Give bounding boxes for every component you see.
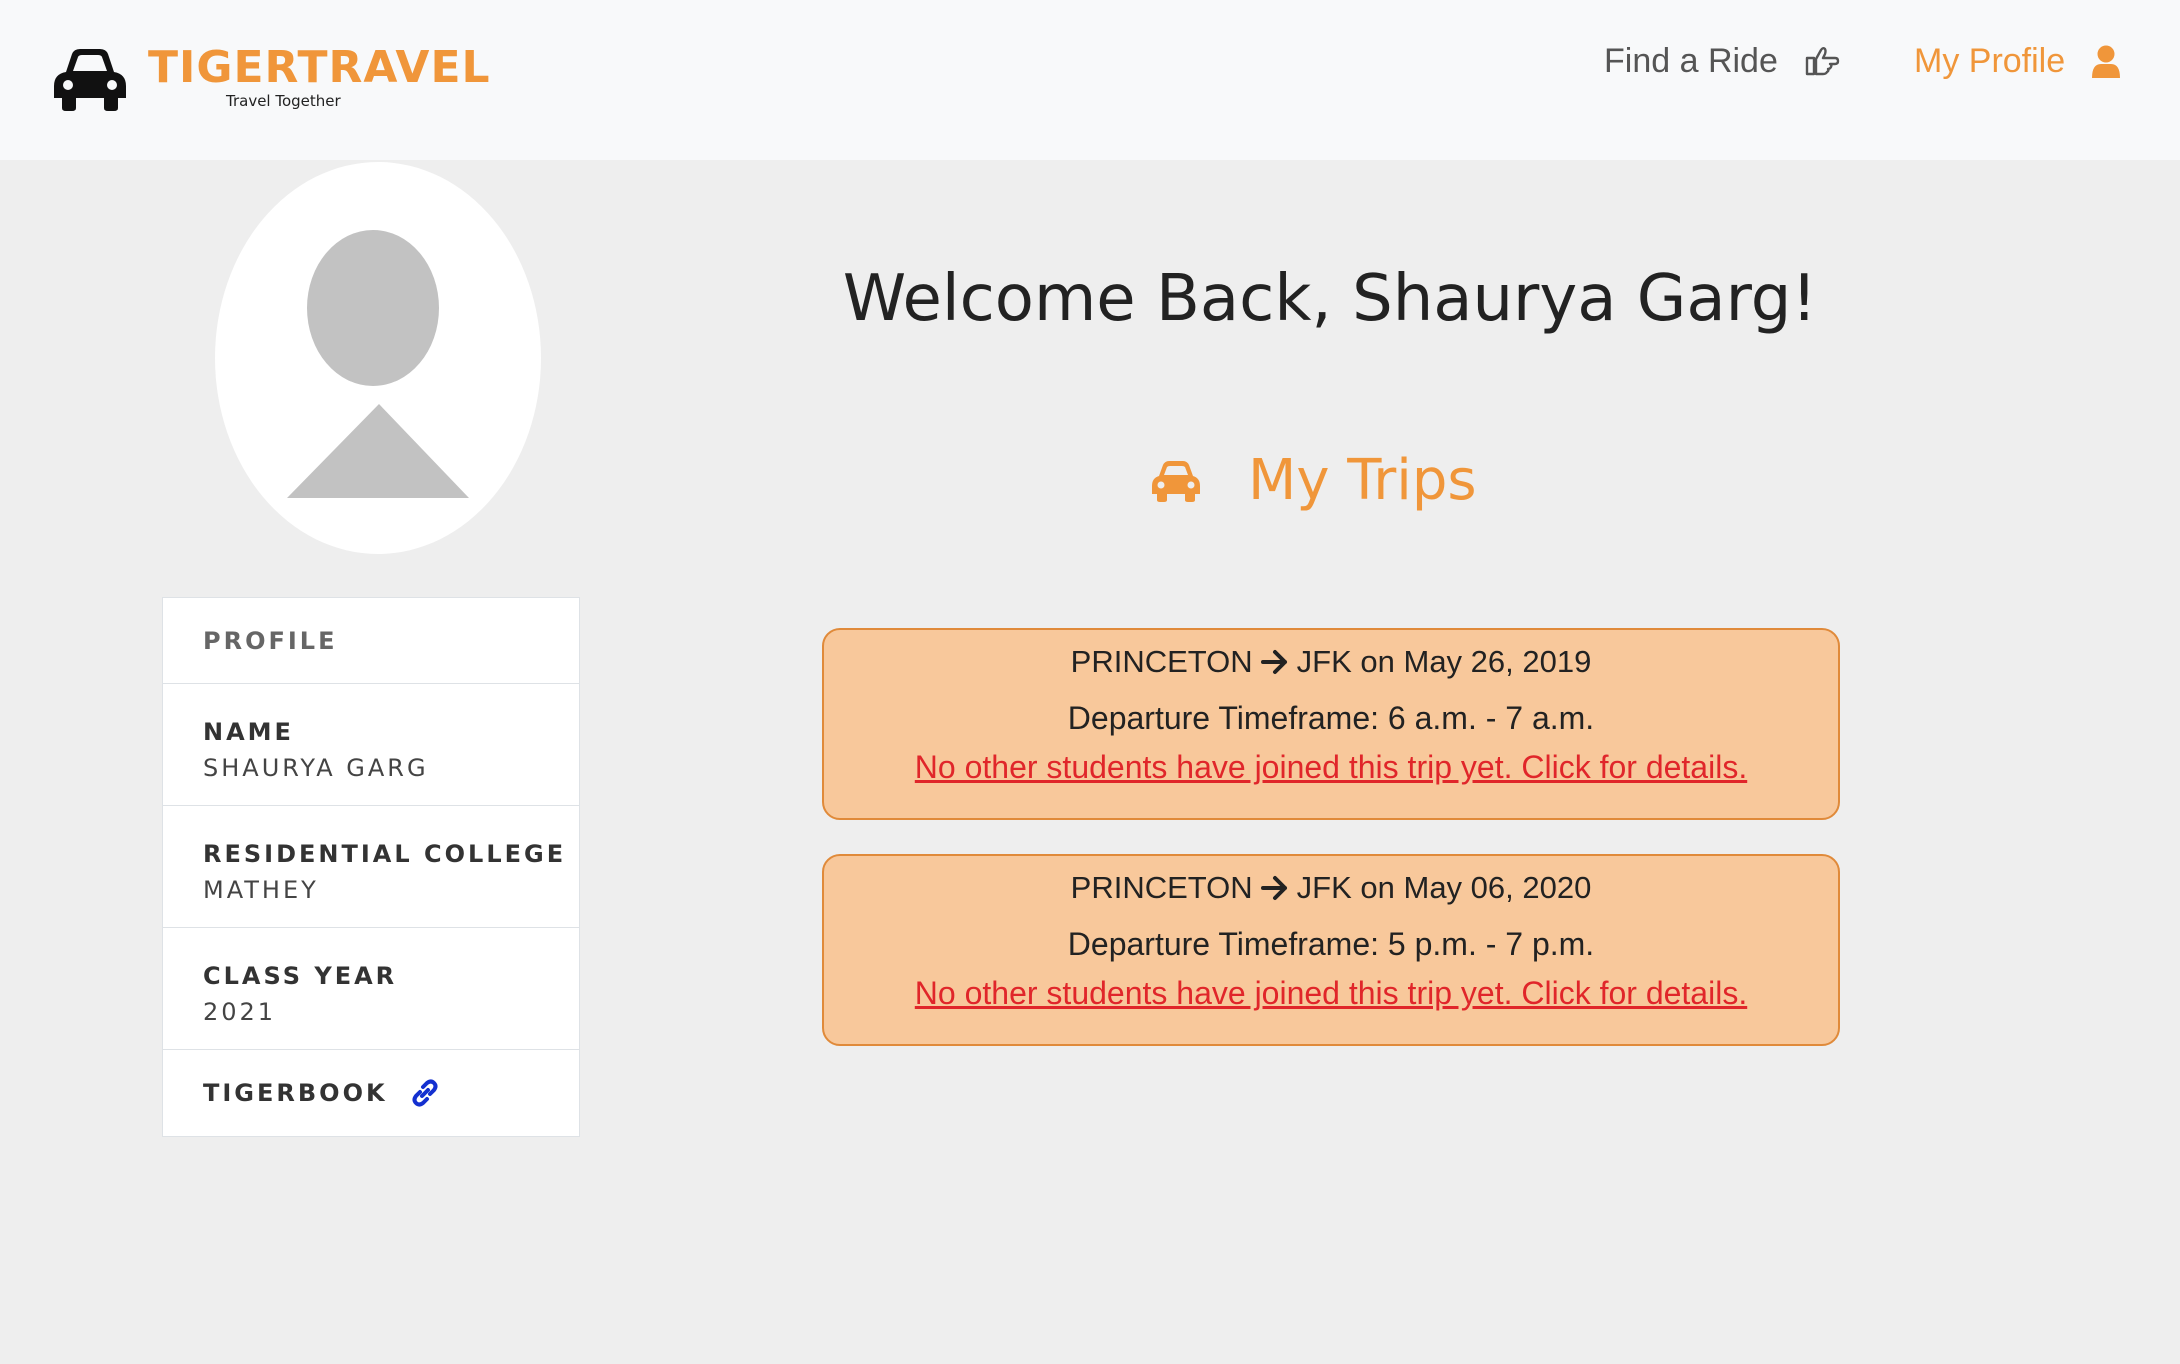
nav-find-a-ride-label: Find a Ride (1604, 42, 1778, 80)
trip-card[interactable]: PRINCETON JFK on May 26, 2019 Departure … (822, 628, 1840, 820)
welcome-heading: Welcome Back, Shaurya Garg! (842, 262, 1818, 336)
car-icon (54, 49, 126, 111)
trip-card[interactable]: PRINCETON JFK on May 06, 2020 Departure … (822, 854, 1840, 1046)
brand-subtitle: Travel Together (226, 92, 341, 110)
navbar: TIGERTRAVEL Travel Together Find a Ride … (0, 0, 2180, 160)
profile-card: PROFILE NAME SHAURYA GARG RESIDENTIAL CO… (162, 597, 580, 1137)
nav-find-a-ride[interactable]: Find a Ride (1604, 42, 1840, 81)
avatar (215, 162, 541, 554)
link-icon[interactable] (410, 1078, 440, 1108)
user-placeholder-icon (287, 230, 469, 498)
brand-title: TIGERTRAVEL (148, 42, 491, 93)
arrow-right-icon (1260, 649, 1289, 675)
trip-destination: JFK on May 26, 2019 (1296, 644, 1592, 679)
profile-tigerbook-row: TIGERBOOK (163, 1050, 579, 1136)
trip-origin: PRINCETON (1070, 870, 1253, 905)
tigerbook-label: TIGERBOOK (203, 1079, 388, 1107)
my-trips-label: My Trips (1248, 448, 1477, 513)
trip-details-link[interactable]: No other students have joined this trip … (824, 749, 1838, 786)
profile-card-header: PROFILE (163, 598, 579, 684)
college-value: MATHEY (203, 876, 319, 904)
trip-details-link[interactable]: No other students have joined this trip … (824, 975, 1838, 1012)
user-icon (2091, 45, 2121, 79)
name-value: SHAURYA GARG (203, 754, 429, 782)
trip-timeframe: Departure Timeframe: 5 p.m. - 7 p.m. (1067, 926, 1595, 962)
profile-class-year-row: CLASS YEAR 2021 (163, 928, 579, 1050)
nav-my-profile[interactable]: My Profile (1914, 42, 2121, 81)
college-label: RESIDENTIAL COLLEGE (203, 840, 567, 868)
trip-timeframe: Departure Timeframe: 6 a.m. - 7 a.m. (1067, 700, 1595, 736)
profile-college-row: RESIDENTIAL COLLEGE MATHEY (163, 806, 579, 928)
profile-name-row: NAME SHAURYA GARG (163, 684, 579, 806)
car-icon (1150, 459, 1202, 503)
trip-route: PRINCETON JFK on May 06, 2020 (824, 870, 1838, 906)
class-year-label: CLASS YEAR (203, 962, 398, 990)
class-year-value: 2021 (203, 998, 277, 1026)
nav-my-profile-label: My Profile (1914, 42, 2066, 80)
trip-route: PRINCETON JFK on May 26, 2019 (824, 644, 1838, 680)
arrow-right-icon (1260, 875, 1289, 901)
trip-origin: PRINCETON (1070, 644, 1253, 679)
my-trips-heading: My Trips (1150, 448, 1477, 513)
trip-destination: JFK on May 06, 2020 (1296, 870, 1592, 905)
name-label: NAME (203, 718, 294, 746)
hand-pointing-icon (1804, 46, 1840, 78)
